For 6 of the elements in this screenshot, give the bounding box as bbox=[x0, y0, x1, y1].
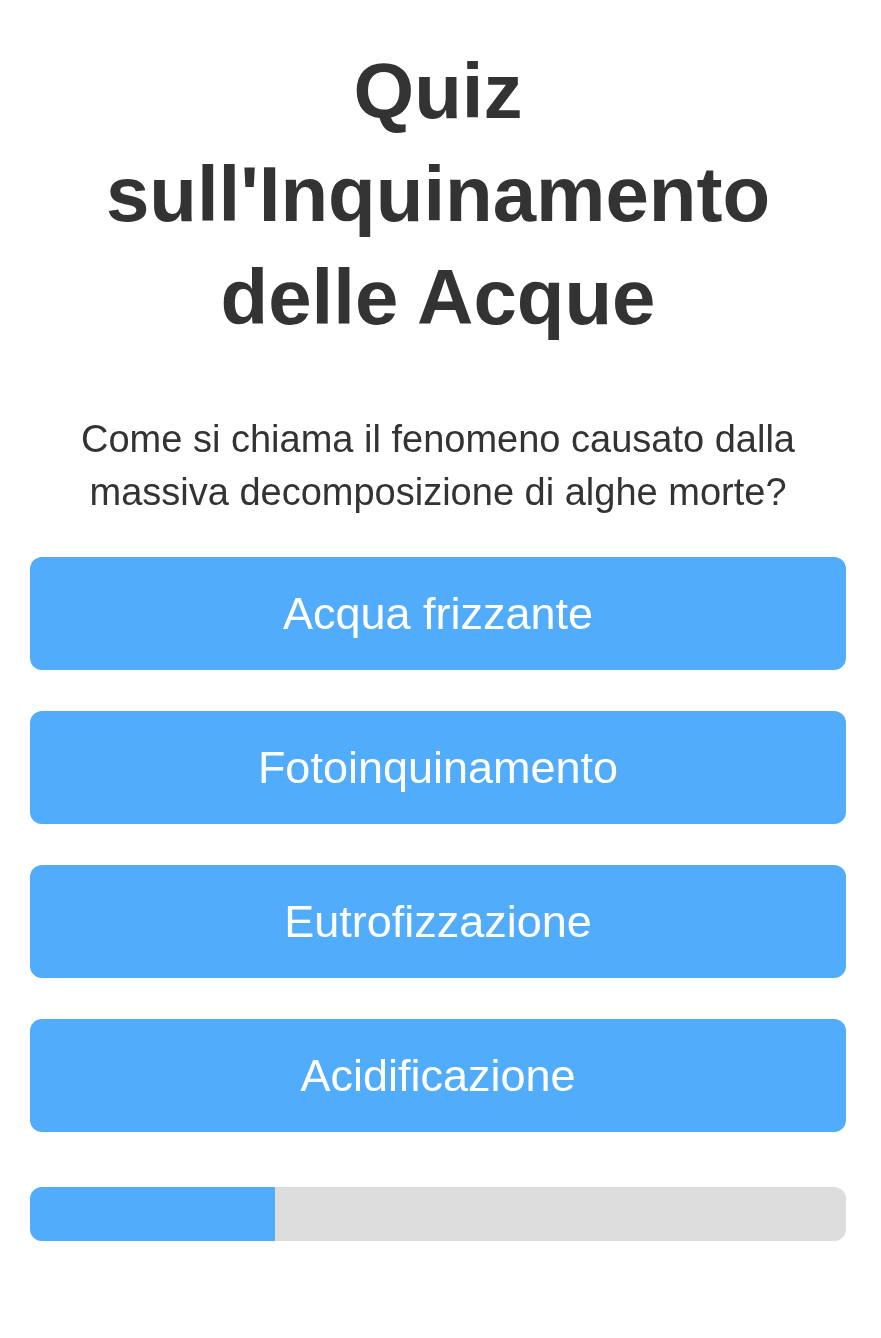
question-text: Come si chiama il fenomeno causato dalla massiva decomposizione di alghe morte? bbox=[80, 417, 796, 515]
answer-button[interactable]: Fotoinquinamento bbox=[30, 711, 846, 824]
quiz-title: Quiz sull'Inquinamento delle Acque bbox=[104, 46, 772, 343]
answer-button[interactable]: Acqua frizzante bbox=[30, 557, 846, 670]
answer-button[interactable]: Eutrofizzazione bbox=[30, 865, 846, 978]
answer-button[interactable]: Acidificazione bbox=[30, 1019, 846, 1132]
